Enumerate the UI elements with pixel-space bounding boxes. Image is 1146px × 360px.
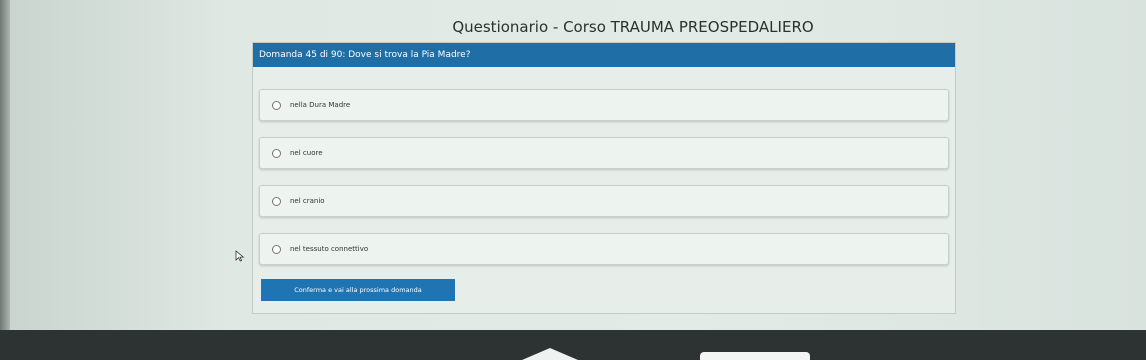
answer-option-label: nel tessuto connettivo <box>290 245 369 253</box>
answer-option-label: nella Dura Madre <box>290 101 351 109</box>
answer-option[interactable]: nella Dura Madre <box>259 89 949 121</box>
mouse-pointer-icon <box>235 250 245 262</box>
answer-option[interactable]: nel cuore <box>259 137 949 169</box>
confirm-next-button[interactable]: Conferma e vai alla prossima domanda <box>261 279 455 301</box>
quiz-card: Domanda 45 di 90: Dove si trova la Pia M… <box>252 42 956 314</box>
screen: Questionario - Corso TRAUMA PREOSPEDALIE… <box>0 0 1146 360</box>
page-title: Questionario - Corso TRAUMA PREOSPEDALIE… <box>452 18 814 36</box>
radio-button-icon[interactable] <box>272 244 281 254</box>
answer-option-label: nel cuore <box>290 149 323 157</box>
monitor-reflection-2 <box>700 352 810 360</box>
radio-button-icon[interactable] <box>272 148 281 158</box>
monitor-reflection <box>522 348 578 360</box>
answer-option[interactable]: nel tessuto connettivo <box>259 233 949 265</box>
radio-button-icon[interactable] <box>272 196 281 206</box>
answer-option[interactable]: nel cranio <box>259 185 949 217</box>
question-header: Domanda 45 di 90: Dove si trova la Pia M… <box>253 43 955 67</box>
monitor-left-edge <box>0 0 10 330</box>
answer-option-label: nel cranio <box>290 197 325 205</box>
radio-button-icon[interactable] <box>272 100 281 110</box>
